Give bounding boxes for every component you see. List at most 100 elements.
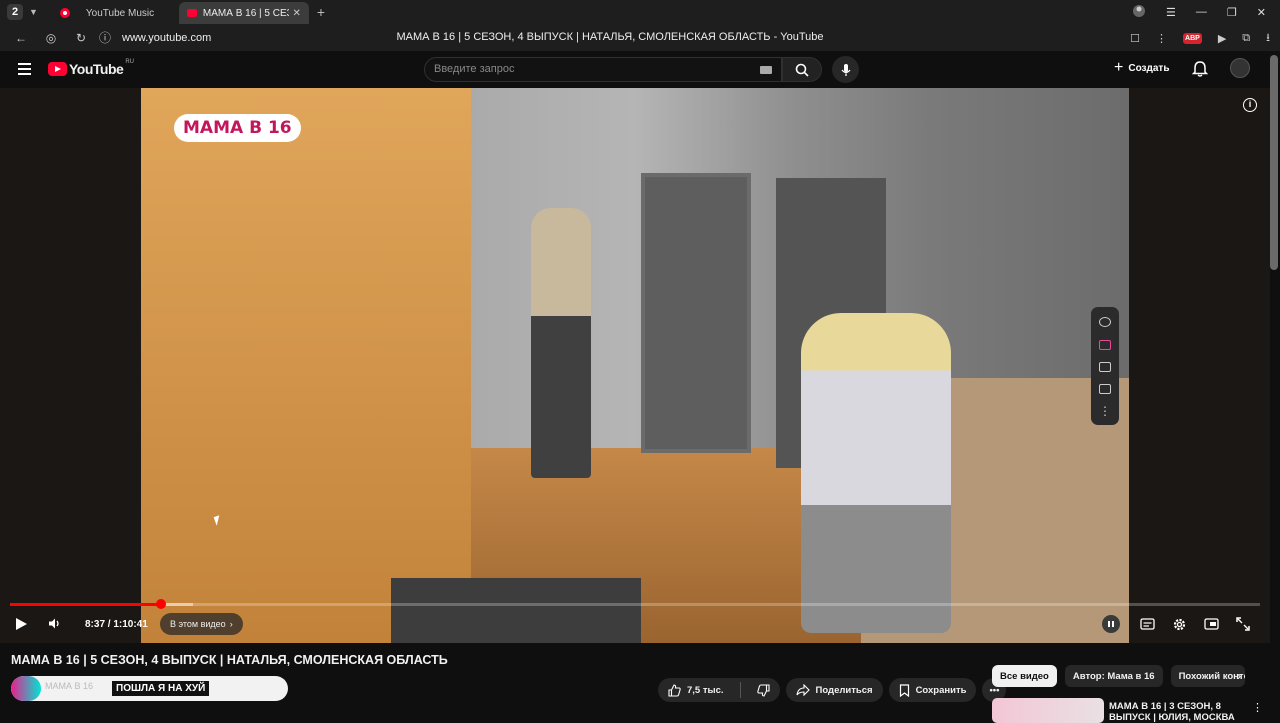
autoplay-toggle[interactable] [1102, 615, 1120, 633]
adblock-icon[interactable]: ABP [1183, 33, 1202, 44]
scene-cabinet [141, 88, 471, 643]
info-icon[interactable]: i [1243, 98, 1257, 112]
scene-door [641, 173, 751, 453]
video-actions: 7,5 тыс. Поделиться Сохранить ••• [658, 678, 1007, 702]
player-side-panel: ⋮ [1091, 307, 1119, 425]
hamburger-menu-icon[interactable] [18, 63, 31, 75]
recommended-thumbnail[interactable] [992, 698, 1104, 723]
chip-similar[interactable]: Похожий контент [1170, 665, 1245, 687]
notifications-button[interactable] [1191, 60, 1209, 82]
player-controls: 8:37 / 1:10:41 В этом видео › [0, 612, 1270, 638]
tab-title: YouTube Music [85, 7, 155, 19]
video-details: МАМА В 16 | 5 СЕЗОН, 4 ВЫПУСК | НАТАЛЬЯ,… [0, 643, 1270, 723]
search-button[interactable] [782, 57, 822, 82]
thumbs-down-icon [756, 683, 770, 697]
more-options-icon[interactable]: ⋮ [1099, 405, 1111, 417]
save-button[interactable]: Сохранить [888, 678, 977, 702]
fullscreen-icon[interactable] [1235, 616, 1251, 632]
translate-icon[interactable] [1099, 317, 1111, 328]
video-frame [141, 88, 1129, 643]
chip-author[interactable]: Автор: Мама в 16 [1064, 665, 1163, 687]
close-window-icon[interactable]: ✕ [1257, 6, 1266, 19]
youtube-play-icon [48, 62, 67, 76]
bookmark-icon [899, 683, 909, 697]
close-icon[interactable]: ✕ [293, 8, 301, 19]
like-count: 7,5 тыс. [687, 684, 724, 696]
profile-icon[interactable] [1132, 4, 1146, 21]
like-dislike-group: 7,5 тыс. [658, 678, 780, 702]
restore-icon[interactable]: ❐ [1227, 6, 1237, 19]
ai-summary-icon[interactable] [1099, 339, 1111, 350]
minimize-icon[interactable]: — [1196, 6, 1207, 18]
more-options-icon[interactable]: ⋮ [1252, 701, 1263, 714]
gear-icon[interactable] [1171, 616, 1187, 632]
site-info-icon[interactable]: ⓘ [96, 29, 114, 46]
channel-badge [11, 676, 41, 701]
share-icon [796, 684, 810, 696]
chevron-right-icon: › [229, 619, 233, 629]
divider [739, 682, 741, 698]
tab-youtube-music[interactable]: YouTube Music [52, 2, 177, 24]
chapters-button[interactable]: В этом видео › [160, 613, 243, 635]
marquee-text: ПОШЛА Я НА ХУЙ [112, 681, 210, 696]
video-title: МАМА В 16 | 5 СЕЗОН, 4 ВЫПУСК | НАТАЛЬЯ,… [11, 653, 448, 667]
chevron-down-icon[interactable]: ▼ [29, 7, 38, 17]
avatar[interactable] [1230, 58, 1250, 78]
download-icon[interactable]: ⭳ [1266, 29, 1270, 48]
logo-text: YouTube [69, 61, 124, 77]
address-bar-actions: ☐ ⋮ ABP ▶ ⧉ ⭳ [1130, 29, 1270, 48]
youtube-logo[interactable]: YouTube RU [48, 59, 134, 77]
scene-person [801, 313, 951, 633]
volume-icon[interactable] [48, 617, 61, 630]
subtitles-icon[interactable] [1139, 616, 1155, 632]
logo-region: RU [125, 59, 134, 65]
tab-current-video[interactable]: МАМА В 16 | 5 СЕЗОН ✕ [178, 2, 309, 24]
player-extension-icon[interactable]: ▶ [1218, 32, 1226, 45]
youtube-icon [186, 9, 197, 17]
bookmark-icon[interactable]: ☐ [1130, 32, 1140, 45]
plus-icon: + [1114, 59, 1124, 76]
video-player[interactable]: i ⋮ [0, 88, 1270, 643]
search-icon [795, 63, 809, 77]
url-field[interactable]: www.youtube.com [122, 32, 211, 44]
progress-bar[interactable] [10, 599, 1260, 609]
recommendation-filters: Все видео Автор: Мама в 16 Похожий конте… [992, 665, 1245, 687]
search-input[interactable]: Введите запрос [434, 63, 514, 75]
play-icon[interactable] [16, 618, 27, 630]
subtitles-icon[interactable] [1099, 361, 1111, 372]
save-label: Сохранить [915, 684, 967, 696]
marquee-ghost-text: МАМА В 16 [45, 681, 94, 691]
create-button[interactable]: + Создать [1114, 59, 1169, 76]
chevron-right-icon[interactable]: › [1237, 669, 1241, 683]
reload-icon[interactable]: ↻ [72, 31, 90, 45]
voice-search-button[interactable] [832, 56, 859, 83]
progress-played [10, 603, 162, 606]
show-logo: МАМА В 16 [174, 114, 301, 142]
back-icon[interactable]: ← [12, 31, 30, 45]
workspace-badge[interactable]: 2 [7, 4, 23, 20]
theater-mode-icon[interactable] [1203, 616, 1219, 632]
shield-icon[interactable]: ◎ [42, 31, 60, 45]
chapter-label: В этом видео [170, 619, 226, 629]
thumbs-up-icon [668, 683, 681, 697]
extensions-icon[interactable]: ⧉ [1242, 32, 1250, 45]
tab-title: МАМА В 16 | 5 СЕЗОН [202, 7, 289, 19]
share-button[interactable]: Поделиться [785, 678, 883, 702]
microphone-icon [840, 63, 851, 76]
marquee-banner[interactable]: МАМА В 16 ПОШЛА Я НА ХУЙ [11, 676, 288, 701]
time-display: 8:37 / 1:10:41 [85, 619, 148, 630]
like-button[interactable]: 7,5 тыс. [658, 678, 734, 702]
window-controls: ☰ — ❐ ✕ [1132, 0, 1280, 24]
page-scrollbar[interactable] [1270, 55, 1278, 270]
show-logo-text: МАМА В 16 [174, 114, 301, 142]
more-icon[interactable]: ⋮ [1156, 32, 1167, 45]
keyboard-icon[interactable] [760, 66, 772, 74]
dislike-button[interactable] [747, 678, 780, 702]
menu-icon[interactable]: ☰ [1166, 6, 1176, 19]
scene-person [531, 208, 591, 478]
search-box[interactable]: Введите запрос [424, 57, 782, 82]
address-bar: ← ◎ ↻ ⓘ www.youtube.com МАМА В 16 | 5 СЕ… [0, 24, 1280, 51]
chip-all-videos[interactable]: Все видео [992, 665, 1057, 687]
picture-in-picture-icon[interactable] [1099, 384, 1111, 395]
new-tab-icon[interactable]: + [317, 4, 325, 20]
